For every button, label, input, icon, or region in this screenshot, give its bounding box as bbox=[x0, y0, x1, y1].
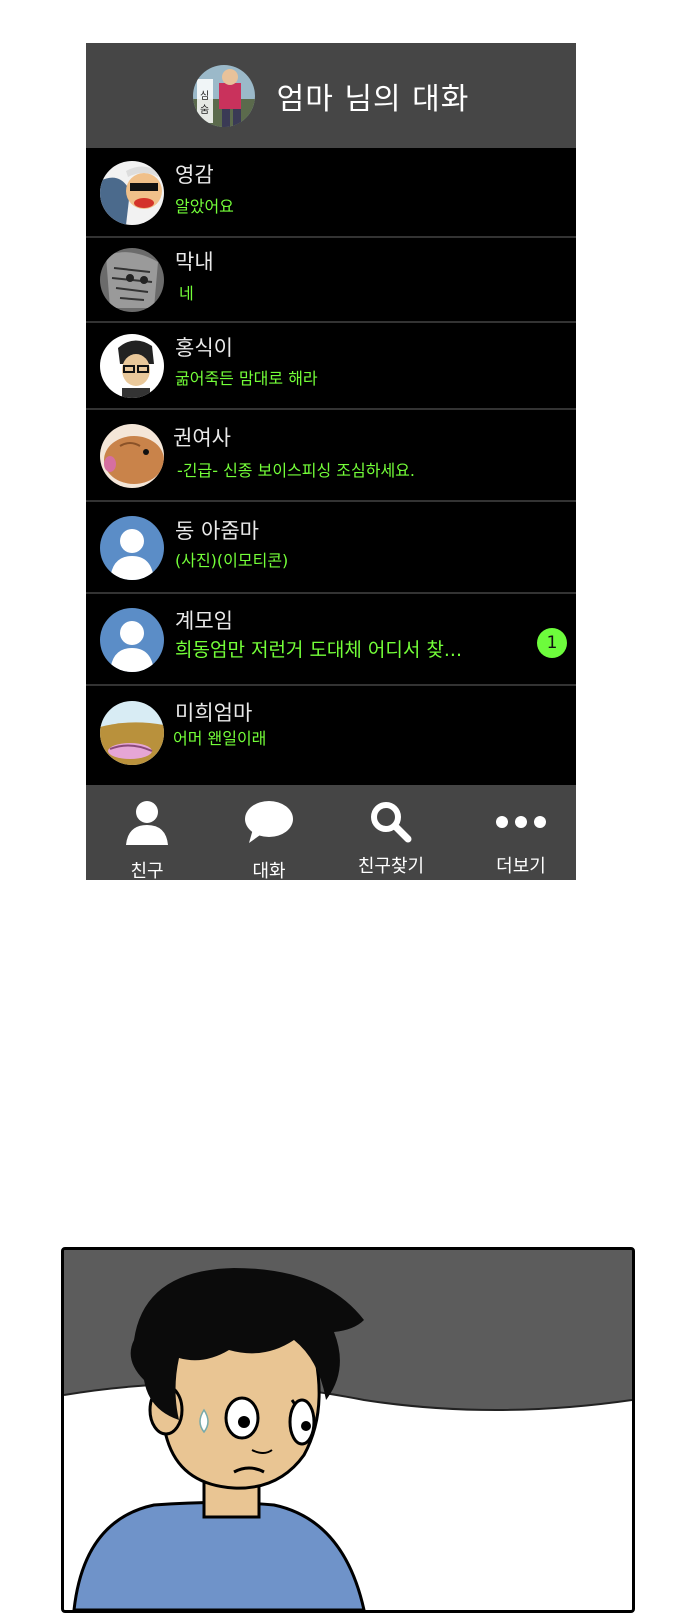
tab-label: 더보기 bbox=[496, 856, 546, 877]
chat-name: 권여사 bbox=[173, 426, 231, 450]
chat-list-screen: 심 숨 엄마 님의 대화 영감 알았어요 막내 네 홍식이 굶어죽든 맘대로 해… bbox=[86, 43, 576, 882]
chat-row[interactable]: 권여사 -긴급- 신종 보이스피싱 조심하세요. bbox=[86, 410, 576, 502]
chat-last-message: -긴급- 신종 보이스피싱 조심하세요. bbox=[177, 461, 415, 480]
avatar bbox=[100, 161, 164, 225]
chat-row[interactable]: 막내 네 bbox=[86, 238, 576, 323]
tab-chats[interactable]: 대화 bbox=[208, 785, 330, 882]
comic-panel bbox=[61, 1247, 635, 1613]
svg-text:심: 심 bbox=[200, 90, 209, 102]
chat-last-message: 희동엄만 저런거 도대체 어디서 찾... bbox=[175, 639, 462, 661]
avatar bbox=[100, 424, 164, 488]
tab-find-friends[interactable]: 친구찾기 bbox=[330, 785, 452, 880]
chat-row[interactable]: 계모임 희동엄만 저런거 도대체 어디서 찾... 1 bbox=[86, 594, 576, 686]
page-title: 엄마 님의 대화 bbox=[276, 81, 470, 117]
tab-label: 친구 bbox=[130, 861, 164, 882]
chat-name: 동 아줌마 bbox=[175, 519, 259, 543]
profile-avatar[interactable]: 심 숨 bbox=[192, 64, 255, 127]
chat-last-message: 어머 왠일이래 bbox=[173, 729, 267, 748]
default-avatar-icon bbox=[100, 608, 164, 672]
person-icon bbox=[86, 795, 208, 849]
chat-list: 영감 알았어요 막내 네 홍식이 굶어죽든 맘대로 해라 권여사 -긴급- 신종… bbox=[86, 148, 576, 786]
chat-name: 홍식이 bbox=[175, 336, 233, 360]
more-dots-icon bbox=[460, 795, 582, 849]
chat-name: 계모임 bbox=[175, 609, 233, 633]
avatar bbox=[100, 701, 164, 765]
chat-last-message: 굶어죽든 맘대로 해라 bbox=[175, 369, 318, 388]
chat-last-message: 네 bbox=[179, 284, 194, 303]
chat-last-message: (사진)(이모티콘) bbox=[175, 551, 289, 570]
chat-row[interactable]: 영감 알았어요 bbox=[86, 148, 576, 238]
default-avatar-icon bbox=[100, 516, 164, 580]
tab-label: 친구찾기 bbox=[357, 856, 425, 877]
chat-row[interactable]: 미희엄마 어머 왠일이래 bbox=[86, 686, 576, 786]
chat-row[interactable]: 홍식이 굶어죽든 맘대로 해라 bbox=[86, 323, 576, 410]
avatar bbox=[100, 334, 164, 398]
bottom-tab-bar: 친구 대화 친구찾기 더보기 bbox=[86, 785, 576, 882]
chat-last-message: 알았어요 bbox=[175, 197, 234, 216]
chat-name: 막내 bbox=[175, 250, 214, 274]
speech-bubble-icon bbox=[208, 795, 330, 849]
svg-text:숨: 숨 bbox=[200, 104, 209, 116]
chat-row[interactable]: 동 아줌마 (사진)(이모티콘) bbox=[86, 502, 576, 594]
comic-illustration bbox=[64, 1250, 632, 1610]
chat-name: 미희엄마 bbox=[175, 701, 253, 725]
tab-label: 대화 bbox=[252, 861, 286, 882]
chat-header: 심 숨 엄마 님의 대화 bbox=[86, 43, 576, 148]
tab-more[interactable]: 더보기 bbox=[460, 785, 582, 880]
chat-name: 영감 bbox=[175, 163, 214, 187]
unread-badge: 1 bbox=[537, 628, 567, 658]
search-icon bbox=[330, 795, 452, 849]
tab-friends[interactable]: 친구 bbox=[86, 785, 208, 882]
avatar bbox=[100, 248, 164, 312]
